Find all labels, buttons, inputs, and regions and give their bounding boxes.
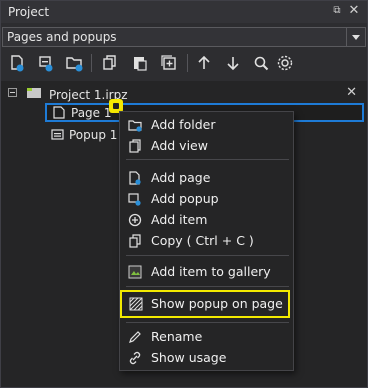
panel-title: Project [8,5,50,19]
search-icon[interactable] [251,53,271,73]
page-node-label[interactable]: Page 1 [71,104,112,122]
pin-icon[interactable]: ⧉ [331,5,343,17]
add-page-icon [129,171,141,185]
paste-icon[interactable] [130,53,150,73]
toolbar-separator [91,54,92,72]
project-icon [27,88,41,98]
view-filter-value: Pages and popups [7,30,117,44]
popup-node-label[interactable]: Popup 1 [69,126,117,144]
folder-icon [128,120,142,132]
menu-separator [126,322,289,323]
collapse-icon[interactable] [8,88,17,97]
menu-item-add-view[interactable]: Add view [120,136,293,156]
popup-icon [51,129,64,140]
copy-icon[interactable] [100,53,120,73]
view-filter-select[interactable]: Pages and popups [2,27,366,47]
menu-item-add-item[interactable]: Add item [120,210,293,230]
menu-item-label: Add popup [151,191,219,206]
panel-titlebar: Project ⧉ ✕ [1,1,367,23]
menu-item-label: Show usage [151,350,227,365]
copy-icon [129,234,141,248]
chevron-down-icon[interactable] [346,28,365,46]
add-popup-icon[interactable] [36,53,56,73]
menu-separator [126,159,289,160]
menu-item-add-page[interactable]: Add page [120,168,293,188]
menu-item-show-popup-on-page[interactable]: Show popup on page [120,290,290,318]
toolbar-separator [187,54,188,72]
menu-item-label: Add folder [151,117,216,132]
hatched-popup-icon [129,297,143,311]
menu-item-show-usage[interactable]: Show usage [120,348,293,368]
menu-item-label: Show popup on page [151,296,283,311]
menu-item-label: Rename [151,329,203,344]
link-icon [129,351,141,365]
menu-item-copy[interactable]: Copy ( Ctrl + C ) [120,231,293,251]
menu-item-label: Add item to gallery [151,264,271,279]
move-up-icon[interactable] [194,53,214,73]
menu-item-label: Add view [151,138,208,153]
page-icon [53,106,65,119]
menu-item-label: Copy ( Ctrl + C ) [151,233,254,248]
add-popup-icon [128,193,141,206]
menu-separator [126,255,289,256]
menu-item-label: Add item [151,212,208,227]
add-folder-icon[interactable] [64,53,84,73]
pencil-icon [129,331,141,343]
gallery-icon [128,265,142,279]
settings-icon[interactable] [275,53,295,73]
context-menu: Add folder Add view Add page Add popup A… [119,111,294,371]
move-down-icon[interactable] [223,53,243,73]
project-panel: Project ⧉ ✕ Pages and popups Project 1.i… [0,0,368,388]
view-icon [129,139,141,153]
add-page-icon[interactable] [7,53,27,73]
menu-item-add-folder[interactable]: Add folder [120,115,293,135]
toolbar [1,51,367,75]
close-project-icon[interactable]: ✕ [346,85,357,100]
menu-item-add-popup[interactable]: Add popup [120,189,293,209]
menu-separator [126,286,289,287]
menu-item-rename[interactable]: Rename [120,327,293,347]
duplicate-icon[interactable] [159,53,179,73]
plus-circle-icon [128,213,142,227]
menu-item-label: Add page [151,170,211,185]
close-icon[interactable]: ✕ [348,4,360,18]
menu-item-add-to-gallery[interactable]: Add item to gallery [120,262,293,282]
